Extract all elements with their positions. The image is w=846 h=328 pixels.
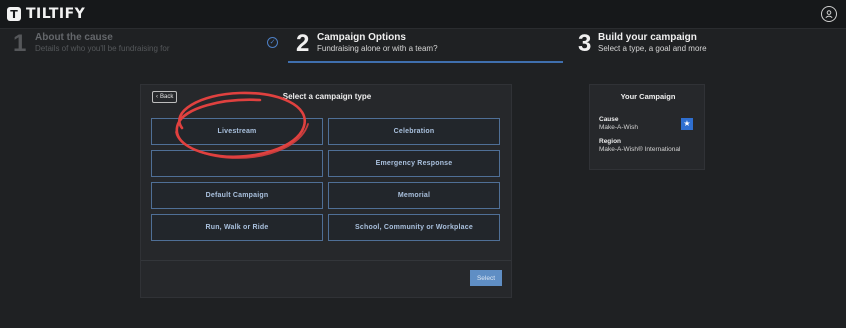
option-default-campaign[interactable]: Default Campaign bbox=[151, 182, 323, 209]
step-title: About the cause bbox=[35, 32, 113, 43]
logo-text: TILTIFY bbox=[26, 6, 86, 22]
logo[interactable]: T TILTIFY bbox=[7, 6, 85, 22]
step-number: 2 bbox=[296, 30, 310, 57]
logo-mark: T bbox=[7, 7, 21, 21]
progress-steps: 1 About the cause Details of who you'll … bbox=[0, 29, 846, 63]
region-label: Region bbox=[599, 138, 622, 145]
select-button[interactable]: Select bbox=[470, 270, 502, 286]
option-run-walk-ride[interactable]: Run, Walk or Ride bbox=[151, 214, 323, 241]
step-subtitle: Select a type, a goal and more bbox=[598, 44, 707, 53]
step-subtitle: Fundraising alone or with a team? bbox=[317, 44, 438, 53]
cause-value: Make-A-Wish bbox=[599, 124, 639, 131]
step-about-cause[interactable]: 1 About the cause Details of who you'll … bbox=[0, 29, 288, 61]
step-title: Build your campaign bbox=[598, 32, 697, 43]
red-circle-annotation bbox=[175, 91, 309, 159]
option-school-community-workplace[interactable]: School, Community or Workplace bbox=[328, 214, 500, 241]
step-subtitle: Details of who you'll be fundraising for bbox=[35, 44, 170, 53]
region-value: Make-A-Wish® International bbox=[599, 146, 681, 153]
cause-label: Cause bbox=[599, 116, 619, 123]
user-circle-icon[interactable] bbox=[821, 6, 837, 22]
option-emergency-response[interactable]: Emergency Response bbox=[328, 150, 500, 177]
step-number: 1 bbox=[13, 30, 27, 57]
star-icon: ★ bbox=[681, 118, 693, 130]
top-bar: T TILTIFY bbox=[0, 0, 846, 29]
step-build-campaign[interactable]: 3 Build your campaign Select a type, a g… bbox=[570, 29, 840, 61]
step-campaign-options[interactable]: 2 Campaign Options Fundraising alone or … bbox=[288, 29, 563, 63]
step-title: Campaign Options bbox=[317, 32, 406, 43]
card-title: Your Campaign bbox=[620, 92, 676, 101]
option-celebration[interactable]: Celebration bbox=[328, 118, 500, 145]
panel-divider bbox=[141, 260, 511, 261]
your-campaign-card: Your Campaign Cause Make-A-Wish ★ Region… bbox=[589, 84, 705, 170]
step-number: 3 bbox=[578, 30, 592, 57]
option-memorial[interactable]: Memorial bbox=[328, 182, 500, 209]
check-circle-icon: ✓ bbox=[267, 37, 278, 48]
